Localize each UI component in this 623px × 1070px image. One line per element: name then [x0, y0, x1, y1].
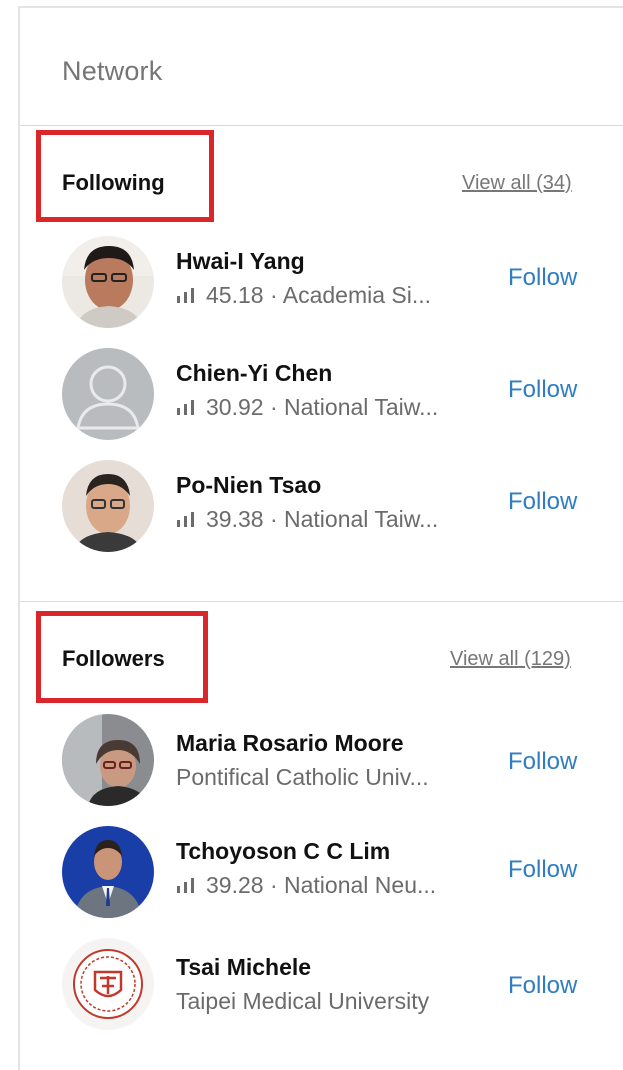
signal-bars-icon	[177, 288, 194, 303]
rg-score: 39.28	[206, 872, 264, 898]
following-view-all-link[interactable]: View all (34)	[462, 172, 572, 195]
signal-bars-icon	[177, 512, 194, 527]
list-item[interactable]: Hwai-I Yang 45.18 · Academia Si... Follo…	[20, 236, 623, 336]
follow-button[interactable]: Follow	[508, 856, 577, 884]
list-item[interactable]: Tchoyoson C C Lim 39.28 · National Neu..…	[20, 826, 623, 926]
signal-bars-icon	[177, 400, 194, 415]
followers-title: Followers	[62, 646, 165, 671]
signal-bars-icon	[177, 878, 194, 893]
separator-dot: ·	[269, 394, 278, 420]
person-meta: 39.28 · National Neu...	[176, 872, 436, 899]
person-name[interactable]: Tsai Michele	[176, 954, 311, 981]
default-avatar-icon	[62, 348, 154, 440]
list-item[interactable]: Chien-Yi Chen 30.92 · National Taiw... F…	[20, 348, 623, 448]
follow-button[interactable]: Follow	[508, 748, 577, 776]
list-item[interactable]: Maria Rosario Moore Pontifical Catholic …	[20, 714, 623, 814]
divider	[20, 601, 623, 602]
affiliation: National Neu...	[284, 872, 437, 898]
affiliation: Taipei Medical University	[176, 988, 430, 1014]
person-name[interactable]: Chien-Yi Chen	[176, 360, 332, 387]
avatar[interactable]	[62, 236, 154, 328]
list-item[interactable]: Tsai Michele Taipei Medical University F…	[20, 938, 623, 1038]
person-name[interactable]: Hwai-I Yang	[176, 248, 305, 275]
affiliation: National Taiw...	[284, 506, 439, 532]
affiliation: National Taiw...	[284, 394, 439, 420]
person-photo-icon	[62, 236, 154, 328]
avatar[interactable]	[62, 348, 154, 440]
list-item[interactable]: Po-Nien Tsao 39.38 · National Taiw... Fo…	[20, 460, 623, 560]
separator-dot: ·	[269, 282, 278, 308]
following-title: Following	[62, 170, 165, 195]
rg-score: 45.18	[206, 282, 264, 308]
avatar[interactable]	[62, 460, 154, 552]
person-meta: 39.38 · National Taiw...	[176, 506, 438, 533]
person-photo-icon	[62, 826, 154, 918]
follow-button[interactable]: Follow	[508, 972, 577, 1000]
follow-button[interactable]: Follow	[508, 488, 577, 516]
panel-title: Network	[62, 56, 163, 86]
person-meta: 30.92 · National Taiw...	[176, 394, 438, 421]
divider	[20, 125, 623, 126]
person-name[interactable]: Maria Rosario Moore	[176, 730, 404, 757]
separator-dot: ·	[269, 506, 278, 532]
avatar[interactable]	[62, 938, 154, 1030]
affiliation: Academia Si...	[282, 282, 432, 308]
avatar[interactable]	[62, 826, 154, 918]
university-logo-icon	[62, 938, 154, 1030]
person-name[interactable]: Tchoyoson C C Lim	[176, 838, 390, 865]
person-name[interactable]: Po-Nien Tsao	[176, 472, 321, 499]
network-panel: Network Following View all (34) Hwai-I Y…	[18, 6, 623, 1070]
follow-button[interactable]: Follow	[508, 264, 577, 292]
person-photo-icon	[62, 460, 154, 552]
follow-button[interactable]: Follow	[508, 376, 577, 404]
rg-score: 30.92	[206, 394, 264, 420]
followers-view-all-link[interactable]: View all (129)	[450, 648, 571, 671]
separator-dot: ·	[269, 872, 278, 898]
affiliation: Pontifical Catholic Univ...	[176, 764, 429, 790]
avatar[interactable]	[62, 714, 154, 806]
person-meta: 45.18 · Academia Si...	[176, 282, 431, 309]
rg-score: 39.38	[206, 506, 264, 532]
person-photo-icon	[62, 714, 154, 806]
